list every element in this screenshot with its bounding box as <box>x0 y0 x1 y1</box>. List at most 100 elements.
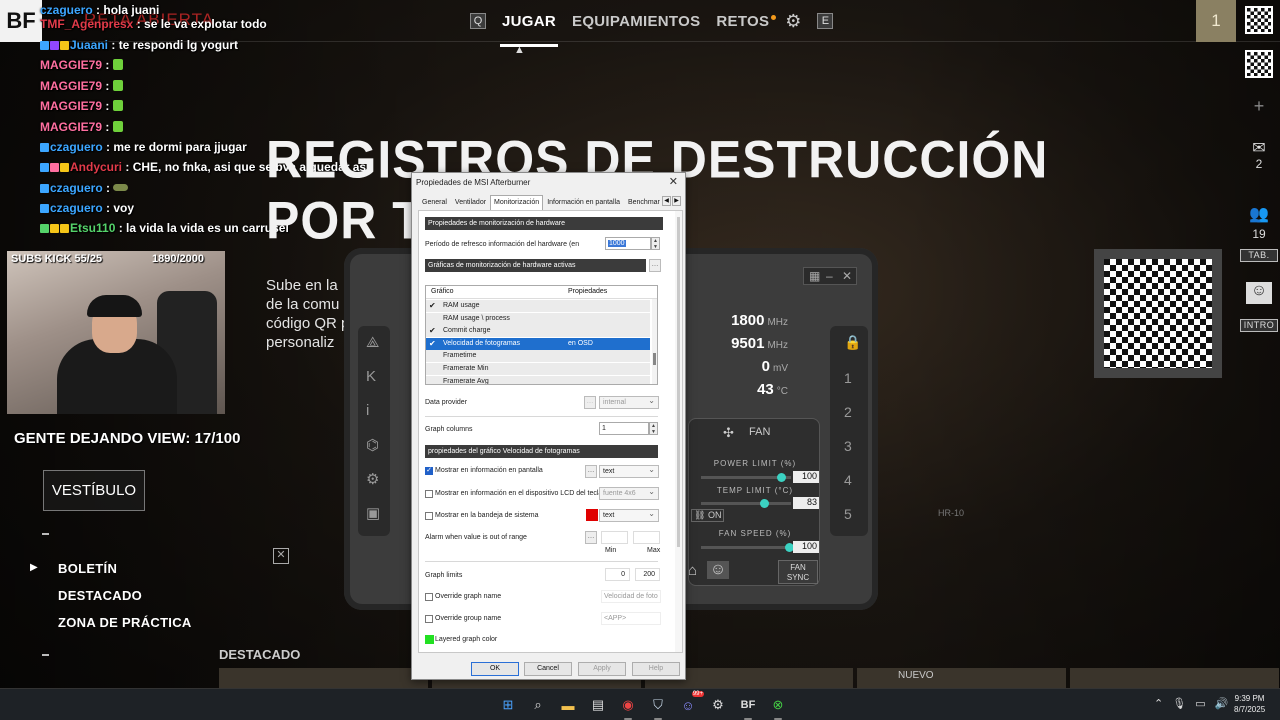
fan-speed-value[interactable]: 100 <box>793 541 819 553</box>
fan-auto-toggle[interactable]: ⛓ ON <box>691 509 725 522</box>
graph-columns-input[interactable]: 1 <box>599 422 649 435</box>
fan-speed-slider[interactable] <box>701 543 794 552</box>
graph-check-icon[interactable]: ✔ <box>429 300 436 312</box>
graph-list-row[interactable]: RAM usage \ process <box>426 312 650 325</box>
mail-icon[interactable]: ✉ <box>1244 138 1274 158</box>
graph-list-row[interactable]: Framerate Avg <box>426 375 650 384</box>
lcd-font-dropdown[interactable]: fuente 4x6 <box>599 486 659 500</box>
tray-checkbox[interactable] <box>425 512 433 520</box>
graph-limit-max-input[interactable]: 200 <box>635 568 660 581</box>
alarm-min-input[interactable] <box>601 531 628 544</box>
windows-icon[interactable]: ▦ <box>809 269 820 283</box>
column-header-properties[interactable]: Propiedades <box>568 286 607 298</box>
nav-tab-retos[interactable]: RETOS <box>716 13 777 30</box>
add-friend-plus-icon[interactable]: + <box>1244 96 1274 117</box>
qr-icon[interactable] <box>1245 6 1273 34</box>
xbox-icon[interactable]: ⊗ <box>768 695 788 720</box>
graph-list-row[interactable]: ✔ RAM usage <box>426 300 650 312</box>
override-group-checkbox[interactable] <box>425 615 433 623</box>
chat-username[interactable]: MAGGIE79 <box>40 120 102 134</box>
alarm-options-button[interactable]: … <box>585 531 597 544</box>
tab-monitorizacion[interactable]: Monitorización <box>490 195 544 210</box>
profile-icon[interactable]: ☺ <box>1246 282 1272 304</box>
profile-1[interactable]: 1 <box>844 370 852 386</box>
override-graph-input[interactable]: Velocidad de foto <box>601 590 661 603</box>
graph-limit-min-input[interactable]: 0 <box>605 568 630 581</box>
temp-limit-slider[interactable] <box>701 499 791 508</box>
tray-mode-dropdown[interactable]: text <box>599 508 659 522</box>
chat-username[interactable]: MAGGIE79 <box>40 99 102 113</box>
fan-sync-button[interactable]: FAN SYNC <box>778 560 818 584</box>
ok-button[interactable]: OK <box>471 662 519 676</box>
scrollbar-thumb[interactable] <box>677 217 680 547</box>
microphone-icon[interactable]: 🎙 <box>1172 697 1186 710</box>
override-graph-checkbox[interactable] <box>425 593 433 601</box>
menu-item-boletin[interactable]: BOLETÍN <box>58 561 117 576</box>
chat-username[interactable]: czaguero <box>40 3 93 17</box>
oc-scanner-icon[interactable]: ⌬ <box>366 436 379 454</box>
graph-columns-spinner[interactable]: ▲ ▼ <box>649 422 658 435</box>
chat-username[interactable]: Juaani <box>70 38 108 52</box>
file-explorer-icon[interactable]: ▬ <box>558 695 578 715</box>
taskbar-clock[interactable]: 9:39 PM 8/7/2025 <box>1234 693 1265 715</box>
menu-item-destacado[interactable]: DESTACADO <box>58 588 142 603</box>
lobby-button[interactable]: VESTÍBULO <box>43 470 145 511</box>
chat-username[interactable]: czaguero <box>50 181 103 195</box>
graph-list-row[interactable]: ✔ Velocidad de fotogramas en OSD <box>426 337 650 350</box>
shield-icon[interactable]: ⛉ <box>648 695 668 720</box>
profile-4[interactable]: 4 <box>844 472 852 488</box>
close-box-icon[interactable]: ✕ <box>273 548 289 564</box>
data-provider-options-button[interactable]: … <box>584 396 596 409</box>
search-icon[interactable]: ⌕ <box>528 695 548 715</box>
profile-3[interactable]: 3 <box>844 438 852 454</box>
settings-gear-icon[interactable]: ⚙ <box>785 11 801 32</box>
graph-list-row[interactable]: Frametime <box>426 350 650 363</box>
tray-expand-icon[interactable]: ⌃ <box>1154 697 1163 710</box>
power-limit-value[interactable]: 100 <box>793 471 819 483</box>
chat-username[interactable]: czaguero <box>50 201 103 215</box>
settings-gear-icon[interactable]: ⚙ <box>366 470 379 488</box>
data-provider-dropdown[interactable]: internal <box>599 395 659 409</box>
chat-username[interactable]: MAGGIE79 <box>40 58 102 72</box>
graph-list-row[interactable]: Framerate Min <box>426 363 650 375</box>
graph-check-icon[interactable]: ✔ <box>429 338 436 350</box>
chat-username[interactable]: Etsu110 <box>70 221 115 235</box>
slider-knob[interactable] <box>776 473 786 482</box>
chat-username[interactable]: MAGGIE79 <box>40 79 102 93</box>
featured-card[interactable] <box>857 668 1067 688</box>
cancel-button[interactable]: Cancel <box>524 662 572 676</box>
steam-icon[interactable]: ⚙ <box>708 695 728 715</box>
column-header-graph[interactable]: Gráfico <box>431 286 454 298</box>
nav-prev-key[interactable]: Q <box>470 13 486 29</box>
tab-informacion-pantalla[interactable]: Información en pantalla <box>543 195 624 209</box>
osd-mode-dropdown[interactable]: text <box>599 464 659 478</box>
nav-next-key[interactable]: E <box>817 13 834 29</box>
override-group-input[interactable]: <APP> <box>601 612 661 625</box>
menu-item-zona-practica[interactable]: ZONA DE PRÁCTICA <box>58 615 192 630</box>
featured-card[interactable] <box>1070 668 1279 688</box>
browser-icon[interactable]: ◉ <box>618 695 638 720</box>
monitor-icon[interactable]: ▣ <box>366 504 380 522</box>
lcd-checkbox[interactable] <box>425 490 433 498</box>
battlefield-icon[interactable]: BF <box>738 695 758 720</box>
tab-ventilador[interactable]: Ventilador <box>451 195 490 209</box>
minimize-icon[interactable]: – <box>826 269 833 283</box>
tab-scroll-left-icon[interactable]: ◀ <box>662 196 671 206</box>
temp-limit-value[interactable]: 83 <box>793 497 819 509</box>
chat-username[interactable]: czaguero <box>50 140 103 154</box>
graphs-options-button[interactable]: … <box>649 259 661 272</box>
page-scrollbar[interactable] <box>675 211 682 652</box>
profile-5[interactable]: 5 <box>844 506 852 522</box>
slider-knob[interactable] <box>759 499 769 508</box>
close-icon[interactable]: ✕ <box>842 269 852 283</box>
nav-tab-equipamientos[interactable]: EQUIPAMIENTOS <box>572 13 700 30</box>
user-profile-icon[interactable]: ☺ <box>707 561 729 579</box>
volume-icon[interactable]: 🔊 <box>1215 697 1229 710</box>
kombustor-icon[interactable]: K <box>366 368 376 385</box>
tab-general[interactable]: General <box>418 195 451 209</box>
refresh-period-input[interactable]: 1000 <box>605 237 651 250</box>
friends-icon[interactable]: 👥 <box>1244 204 1274 224</box>
graph-check-icon[interactable]: ✔ <box>429 325 436 337</box>
apply-button[interactable]: Apply <box>578 662 626 676</box>
store-icon[interactable]: ▤ <box>588 695 608 715</box>
